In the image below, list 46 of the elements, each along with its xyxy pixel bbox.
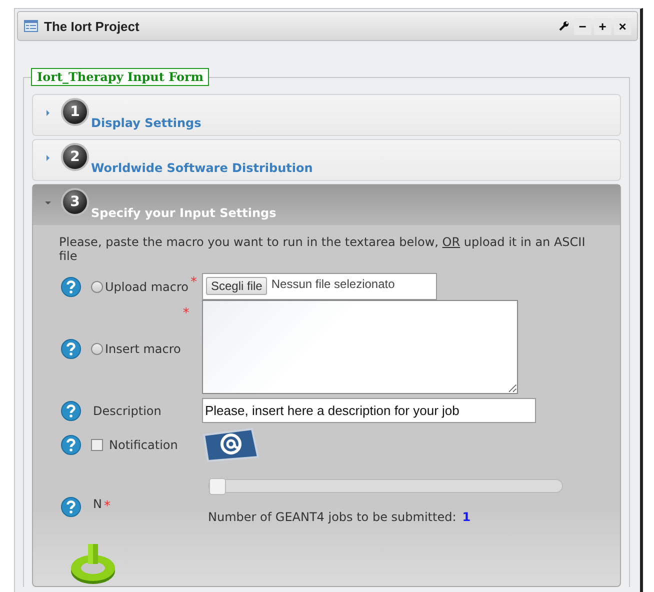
checkbox[interactable] [91, 439, 103, 451]
email-icon [202, 427, 260, 463]
window-icon [24, 20, 38, 32]
macro-textarea[interactable] [202, 300, 518, 394]
slider-handle[interactable] [209, 478, 226, 495]
radio-button[interactable] [91, 343, 103, 355]
field-label: Description [93, 404, 162, 418]
required-mark: * [104, 499, 110, 514]
collapse-icon [45, 200, 51, 206]
file-field[interactable]: Scegli file Nessun file selezionato [202, 273, 437, 300]
window-title: The Iort Project [44, 18, 140, 34]
form-legend: Iort_Therapy Input Form [31, 68, 210, 86]
or-link[interactable]: OR [442, 235, 460, 249]
help-icon[interactable] [61, 339, 81, 359]
section-title: Worldwide Software Distribution [91, 161, 313, 175]
window-control-button[interactable]: − [574, 18, 591, 34]
section-title: Display Settings [91, 116, 202, 130]
section-title: Specify your Input Settings [91, 206, 276, 220]
expand-icon [45, 155, 51, 161]
help-icon[interactable] [61, 435, 81, 455]
expand-icon [45, 110, 51, 116]
field-label: Upload macro [105, 280, 189, 294]
step-number: 2 [61, 143, 89, 171]
description-field[interactable]: Please, insert here a description for your job [202, 398, 536, 423]
required-mark: * [190, 275, 198, 290]
help-icon[interactable] [61, 497, 81, 517]
step-number: 3 [61, 188, 89, 216]
accordion-header[interactable]: 1 Display Settings [33, 95, 620, 135]
choose-file-button[interactable]: Scegli file [206, 277, 268, 295]
instruction-text: Please, paste the macro you want to run in the textarea below, OR upload it in an ASCII file [59, 235, 586, 263]
window-control-button[interactable]: + [594, 18, 611, 34]
step-number: 1 [61, 98, 89, 126]
jobs-count: 1 [462, 510, 471, 524]
help-icon[interactable] [61, 400, 81, 420]
file-status: Nessun file selezionato [271, 277, 395, 291]
window-control-button[interactable]: × [614, 18, 631, 34]
accordion-header[interactable]: 2 Worldwide Software Distribution [33, 140, 620, 180]
required-mark: * [182, 306, 190, 321]
jobs-caption: Number of GEANT4 jobs to be submitted: [208, 510, 456, 524]
accordion-header[interactable]: 3 Specify your Input Settings [33, 185, 620, 225]
help-icon[interactable] [61, 276, 81, 296]
field-label: Notification [109, 438, 178, 452]
radio-button[interactable] [91, 280, 103, 292]
wrench-icon[interactable] [559, 21, 569, 31]
field-label: N [93, 497, 102, 511]
field-label: Insert macro [105, 342, 181, 356]
